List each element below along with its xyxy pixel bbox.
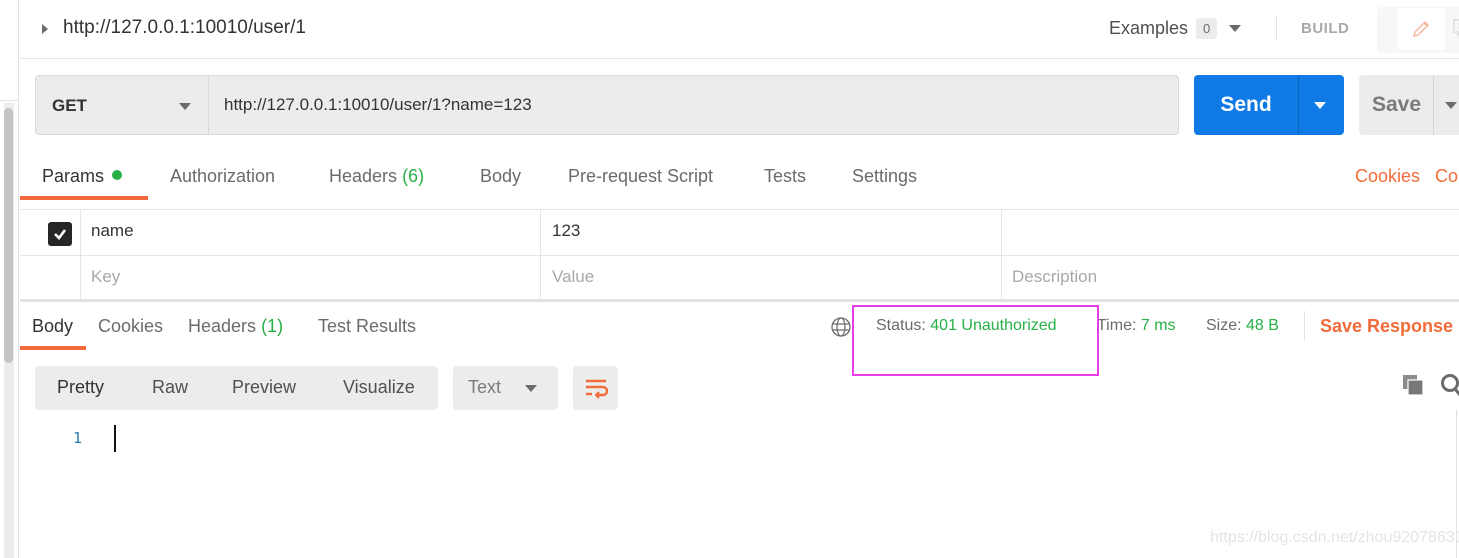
- response-tab-body[interactable]: Body: [32, 316, 73, 337]
- chevron-down-icon: [525, 385, 537, 392]
- size-label: Size:: [1206, 317, 1242, 334]
- body-view-toggle: Pretty Raw Preview Visualize: [35, 366, 438, 410]
- params-table: name 123 Key Value Description: [20, 209, 1459, 302]
- text-cursor: [114, 425, 116, 452]
- request-tabs: Params Authorization Headers (6) Body Pr…: [20, 160, 1459, 200]
- method-select[interactable]: GET: [35, 75, 208, 135]
- tab-authorization[interactable]: Authorization: [170, 166, 275, 187]
- watermark: https://blog.csdn.net/zhou920786312: [1210, 529, 1459, 546]
- chevron-down-icon: [1229, 25, 1242, 32]
- size-readout: Size: 48 B: [1206, 317, 1279, 335]
- table-row: name 123: [20, 210, 1459, 256]
- params-active-dot-icon: [112, 170, 123, 181]
- annotation-highlight-box: [852, 305, 1099, 376]
- view-visualize[interactable]: Visualize: [343, 377, 415, 398]
- save-divider: [1433, 75, 1434, 135]
- view-pretty[interactable]: Pretty: [57, 377, 104, 398]
- response-tab-cookies[interactable]: Cookies: [98, 316, 163, 337]
- active-response-tab-indicator: [20, 346, 86, 350]
- comments-button[interactable]: [1450, 14, 1459, 42]
- param-key[interactable]: name: [91, 221, 134, 241]
- tab-params[interactable]: Params: [42, 166, 123, 187]
- save-options-chevron-icon[interactable]: [1445, 102, 1457, 109]
- response-meta-divider: [1304, 311, 1305, 341]
- url-input[interactable]: http://127.0.0.1:10010/user/1?name=123: [208, 75, 1179, 135]
- response-tab-test-results[interactable]: Test Results: [318, 316, 416, 337]
- size-value[interactable]: 48 B: [1246, 317, 1279, 334]
- pencil-icon: [1412, 20, 1430, 38]
- code-link[interactable]: Co: [1435, 166, 1458, 187]
- response-tab-headers[interactable]: Headers (1): [188, 316, 283, 337]
- table-row-empty: Key Value Description: [20, 256, 1459, 302]
- tab-settings[interactable]: Settings: [852, 166, 917, 187]
- response-tabs: Body Cookies Headers (1) Test Results St…: [20, 310, 1459, 350]
- save-button[interactable]: Save: [1359, 75, 1459, 135]
- comment-icon: [1453, 19, 1459, 37]
- column-divider: [540, 256, 541, 302]
- examples-dropdown[interactable]: Examples 0: [1109, 18, 1242, 39]
- time-readout: Time: 7 ms: [1097, 317, 1176, 335]
- header-divider: [1276, 16, 1277, 40]
- tab-pre-request-script[interactable]: Pre-request Script: [568, 166, 713, 187]
- column-divider: [1001, 210, 1002, 256]
- tab-tests[interactable]: Tests: [764, 166, 806, 187]
- edit-button[interactable]: [1397, 8, 1445, 50]
- request-title[interactable]: http://127.0.0.1:10010/user/1: [63, 17, 306, 39]
- cookies-link[interactable]: Cookies: [1355, 166, 1420, 187]
- search-icon[interactable]: [1440, 373, 1459, 397]
- copy-icon[interactable]: [1402, 374, 1424, 396]
- send-divider: [1298, 75, 1299, 135]
- column-divider: [540, 210, 541, 256]
- time-label: Time:: [1097, 317, 1137, 334]
- headers-count: (6): [402, 166, 425, 186]
- left-sidebar-edge: [0, 0, 19, 558]
- checkmark-icon: [54, 229, 67, 240]
- wrap-lines-button[interactable]: [573, 366, 618, 410]
- tab-headers[interactable]: Headers (6): [329, 166, 424, 187]
- value-input-placeholder[interactable]: Value: [552, 267, 594, 287]
- expand-caret-icon[interactable]: [42, 24, 48, 34]
- format-select[interactable]: Text: [453, 366, 558, 410]
- editor-line-number: 1: [73, 429, 83, 447]
- method-label: GET: [52, 96, 87, 115]
- request-workspace: http://127.0.0.1:10010/user/1 Examples 0…: [20, 0, 1459, 558]
- examples-label: Examples: [1109, 18, 1189, 38]
- response-tab-headers-label: Headers: [188, 316, 257, 336]
- key-input-placeholder[interactable]: Key: [91, 267, 120, 287]
- send-button[interactable]: Send: [1194, 75, 1344, 135]
- param-value[interactable]: 123: [552, 221, 580, 241]
- column-divider: [1001, 256, 1002, 302]
- response-headers-count: (1): [261, 316, 284, 336]
- sidebar-divider: [0, 100, 19, 101]
- send-label[interactable]: Send: [1194, 75, 1298, 135]
- chevron-down-icon: [179, 103, 191, 110]
- tab-headers-label: Headers: [329, 166, 398, 186]
- wrap-lines-icon: [585, 379, 608, 399]
- format-label: Text: [468, 377, 502, 397]
- save-response-button[interactable]: Save Response: [1320, 316, 1453, 337]
- view-raw[interactable]: Raw: [152, 377, 188, 398]
- save-label[interactable]: Save: [1372, 75, 1421, 135]
- globe-icon[interactable]: [830, 316, 852, 338]
- column-divider: [80, 256, 81, 302]
- pane-splitter[interactable]: [20, 299, 1459, 302]
- description-input-placeholder[interactable]: Description: [1012, 267, 1097, 287]
- send-options-chevron-icon[interactable]: [1314, 102, 1326, 109]
- build-mode-button[interactable]: BUILD: [1301, 20, 1349, 37]
- examples-count-badge: 0: [1196, 18, 1218, 39]
- view-preview[interactable]: Preview: [232, 377, 296, 398]
- active-tab-indicator: [20, 196, 148, 200]
- param-enabled-checkbox[interactable]: [48, 222, 72, 246]
- scrollbar-thumb[interactable]: [4, 108, 13, 363]
- request-header: http://127.0.0.1:10010/user/1 Examples 0…: [20, 0, 1459, 59]
- time-value[interactable]: 7 ms: [1141, 317, 1176, 334]
- tab-params-label: Params: [42, 166, 105, 186]
- column-divider: [80, 210, 81, 256]
- tab-body[interactable]: Body: [480, 166, 521, 187]
